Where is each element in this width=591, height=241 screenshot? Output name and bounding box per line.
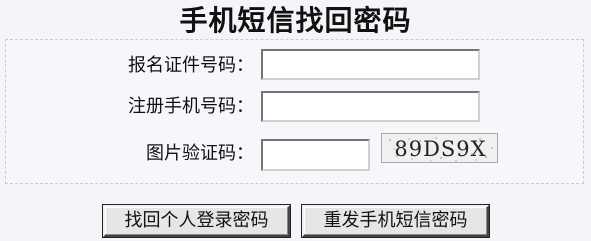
registration-id-label: 报名证件号码： xyxy=(128,55,254,76)
resend-sms-password-button[interactable]: 重发手机短信密码 xyxy=(302,205,489,237)
captcha-code: 89DS9X xyxy=(394,137,487,161)
captcha-image[interactable]: 89DS9X xyxy=(381,133,498,163)
phone-input[interactable] xyxy=(261,91,480,122)
phone-label: 注册手机号码： xyxy=(128,96,254,117)
page-title: 手机短信找回密码 xyxy=(179,4,412,37)
password-recovery-page: 手机短信找回密码 报名证件号码： 注册手机号码： 图片验证码： 89DS9X 找… xyxy=(0,0,591,241)
registration-id-input[interactable] xyxy=(261,49,480,80)
captcha-label: 图片验证码： xyxy=(146,143,254,164)
recover-personal-password-button[interactable]: 找回个人登录密码 xyxy=(103,205,290,237)
captcha-input[interactable] xyxy=(261,139,370,171)
